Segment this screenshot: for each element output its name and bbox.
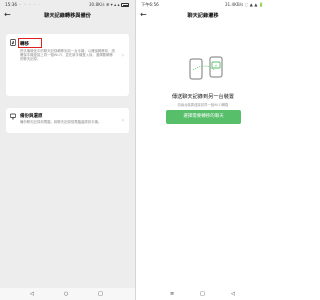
- backup-title: 備份與還原: [20, 114, 43, 119]
- status-info: 30.8K/s ⊕ ▾ ▴ ▴: [89, 2, 129, 7]
- status-notifications: ◦ ◦ ◦ ◦ ·: [19, 2, 41, 7]
- nav-home-icon[interactable]: ○: [64, 291, 68, 297]
- phone-transfer-icon: [10, 39, 16, 46]
- chevron-right-icon: ›: [121, 117, 124, 124]
- backup-description: 備份聊天記錄到電腦，將聊天記錄從電腦還原到手機。: [20, 120, 102, 124]
- page-title: 聊天記錄轉移與備份: [44, 13, 91, 19]
- status-bar: 下午6:56 31.4KB/s ◌ ▲ ▲ 🔋: [136, 0, 270, 8]
- system-nav-bar: ◁ ○ □: [0, 288, 135, 300]
- transfer-description: 把手機微信中的聊天記錄轉移到另一台手機，以確保轉移前，請確保手機連接上同一個Wi…: [20, 49, 115, 62]
- chevron-right-icon: ›: [121, 52, 124, 59]
- system-nav-bar: ≡ □ ◁: [136, 288, 270, 300]
- nav-home-icon[interactable]: □: [200, 291, 205, 297]
- nav-back-icon[interactable]: ◁: [30, 291, 34, 297]
- transfer-title: 轉移: [20, 42, 29, 47]
- monitor-backup-icon: [10, 113, 16, 120]
- right-screen: 下午6:56 31.4KB/s ◌ ▲ ▲ 🔋 ← 聊天記錄遷移 傳送聊天記錄到…: [135, 0, 270, 300]
- status-network: 30.8K/s ⊕ ▾ ▴ ▴: [88, 2, 120, 7]
- status-time: 下午6:56: [141, 2, 159, 7]
- status-bar: 15:36 ◦ ◦ ◦ ◦ · 30.8K/s ⊕ ▾ ▴ ▴: [0, 0, 135, 8]
- transfer-subtitle: 請兩台裝置連接到同一個Wi-Fi網路: [177, 103, 229, 107]
- transfer-heading: 傳送聊天記錄到另一台裝置: [171, 94, 235, 100]
- status-info: 31.4KB/s ◌ ▲ ▲ 🔋: [224, 2, 264, 7]
- nav-bar: ← 聊天記錄遷移: [136, 9, 270, 23]
- nav-recent-icon[interactable]: □: [98, 291, 103, 297]
- nav-bar: ← 聊天記錄轉移與備份: [0, 9, 135, 23]
- left-screen: 15:36 ◦ ◦ ◦ ◦ · 30.8K/s ⊕ ▾ ▴ ▴ ← 聊天記錄轉移…: [0, 0, 135, 300]
- nav-menu-icon[interactable]: ≡: [170, 291, 174, 297]
- backup-restore-card[interactable]: 備份與還原 備份聊天記錄到電腦，將聊天記錄從電腦還原到手機。 ›: [6, 108, 129, 133]
- battery-icon: [121, 3, 129, 7]
- nav-back-icon[interactable]: ◁: [231, 291, 235, 297]
- transfer-card[interactable]: 轉移 把手機微信中的聊天記錄轉移到另一台手機，以確保轉移前，請確保手機連接上同一…: [6, 34, 129, 96]
- select-chats-button[interactable]: 選擇需要轉移的聊天: [166, 110, 241, 124]
- two-phones-illustration-icon: [189, 56, 223, 80]
- status-time: 15:36: [5, 2, 18, 7]
- page-title: 聊天記錄遷移: [187, 13, 219, 19]
